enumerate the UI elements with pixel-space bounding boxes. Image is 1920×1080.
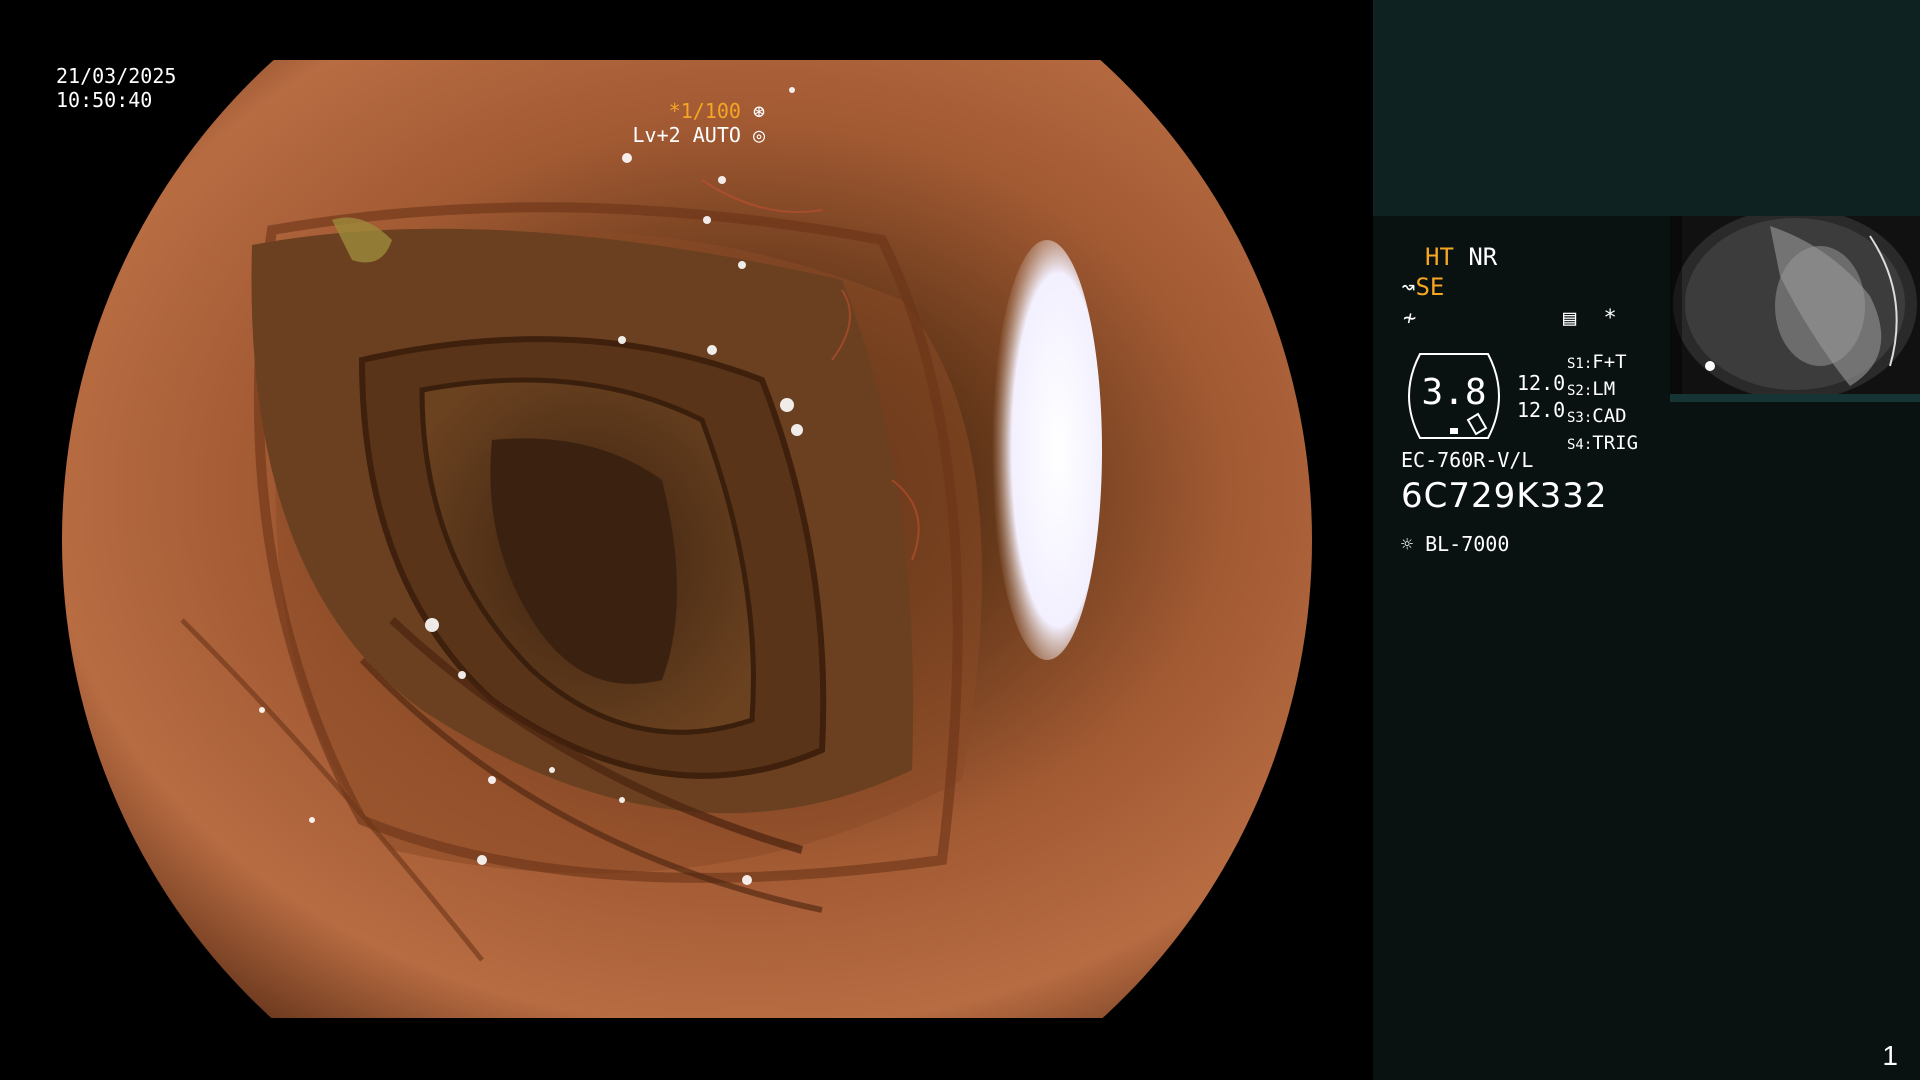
shutter-speed: *1/100	[668, 99, 741, 123]
thumbnail-preview[interactable]	[1670, 216, 1920, 402]
iris-icon: ◎	[752, 123, 765, 147]
switch-assignments: S1:F+T S2:LM S3:CAD S4:TRIG	[1567, 350, 1638, 458]
aperture-icon: ⊛	[752, 99, 765, 123]
gauge: 3.8	[1400, 352, 1508, 440]
gauge-value: 3.8	[1421, 372, 1487, 413]
switch-item: S3:CAD	[1567, 405, 1627, 427]
iris-mode: AUTO	[692, 123, 741, 147]
image-mode-row: HT NR	[1425, 243, 1497, 271]
switch-item: S4:TRIG	[1567, 432, 1639, 454]
date-text: 21/03/2025	[56, 64, 177, 88]
level-b: 12.0	[1517, 398, 1566, 422]
nr-indicator: NR	[1468, 243, 1498, 271]
scope-icon: ↝	[1401, 273, 1416, 301]
light-source: ☼ BL-7000	[1401, 532, 1509, 556]
sun-icon: ☼	[1401, 532, 1414, 556]
thumbnail-bar	[1670, 394, 1920, 402]
status-panel-header	[1373, 0, 1920, 216]
endoscope-video-area: 21/03/2025 10:50:40 *1/100 ⊛ Lv+2 AUTO ◎	[0, 0, 1373, 1080]
exposure-info: *1/100 ⊛ Lv+2 AUTO ◎	[633, 99, 765, 147]
star-indicator: *	[1603, 306, 1617, 331]
status-panel: HT NR ↝SE ≁ ▤ * 3.8 12.0 12.0 S1:F+T S2:…	[1373, 0, 1920, 1080]
switch-item: S1:F+T	[1567, 351, 1627, 373]
page-number: 1	[1882, 1040, 1898, 1071]
level-a: 12.0	[1517, 371, 1566, 395]
brightness-level: Lv+2	[632, 123, 681, 147]
ht-indicator: HT	[1425, 243, 1454, 271]
light-source-model: BL-7000	[1425, 532, 1510, 556]
panel-icons: ▤ *	[1563, 306, 1617, 331]
endoscopic-image	[62, 60, 1312, 1018]
level-values: 12.0 12.0	[1517, 370, 1565, 424]
time-text: 10:50:40	[56, 88, 153, 112]
settings-icon: ▤	[1563, 306, 1577, 331]
structure-enhance-row: ↝SE	[1401, 273, 1444, 301]
waveform-icon: ≁	[1403, 306, 1417, 331]
timestamp: 21/03/2025 10:50:40	[56, 64, 176, 112]
scope-model: EC-760R-V/L	[1401, 448, 1534, 472]
scope-serial: 6C729K332	[1401, 476, 1608, 516]
switch-item: S2:LM	[1567, 378, 1616, 400]
se-indicator: SE	[1415, 273, 1445, 301]
